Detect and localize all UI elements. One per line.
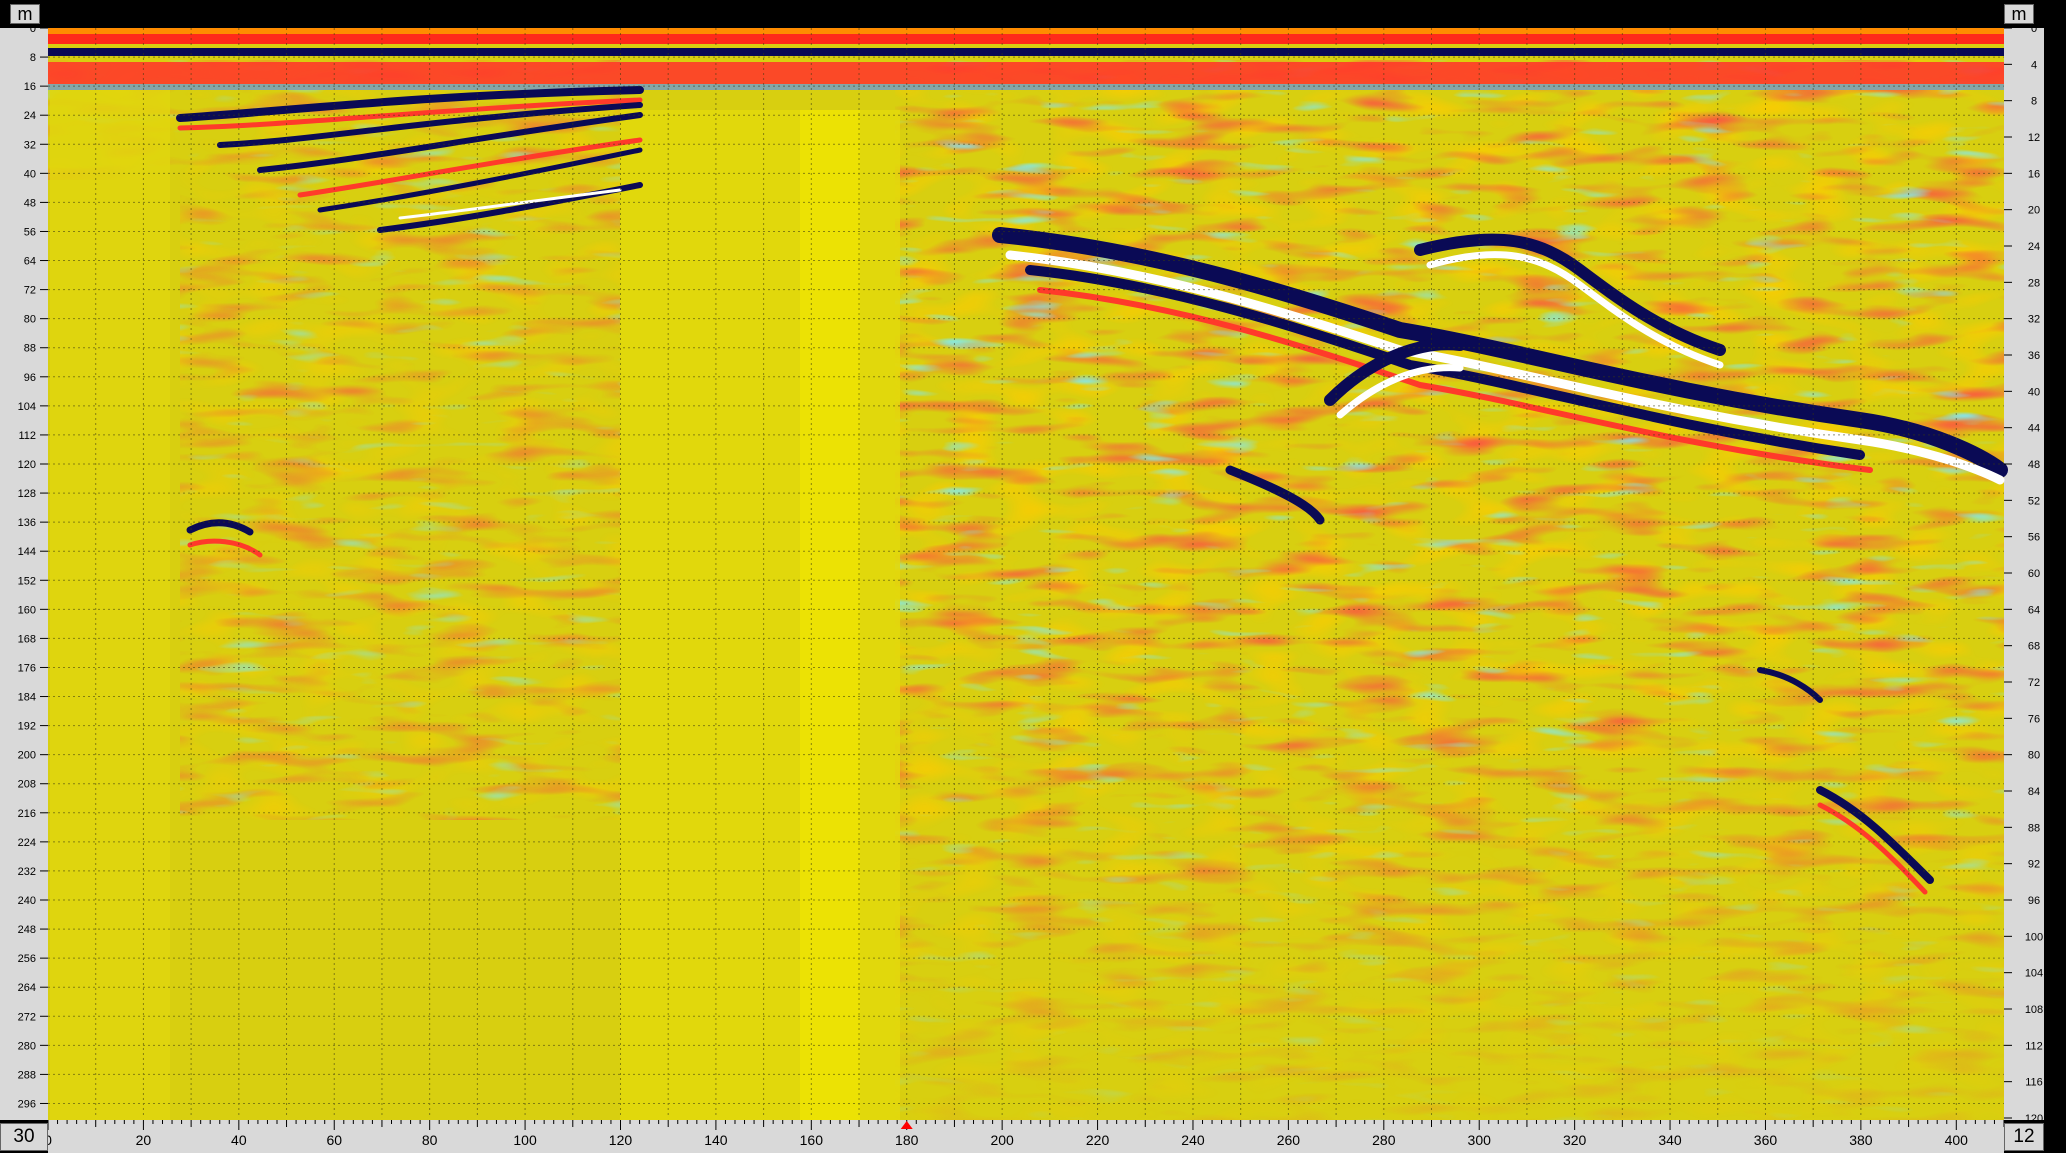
- bottom-tick-label: 80: [422, 1132, 438, 1148]
- right-tick-label: 108: [2025, 1004, 2043, 1016]
- left-tick-label: 208: [18, 779, 36, 791]
- right-tick-label: 100: [2025, 931, 2043, 943]
- bottom-tick-label: 380: [1849, 1132, 1873, 1148]
- right-tick-label: 56: [2028, 532, 2040, 544]
- surface-band-cyan: [48, 84, 2004, 90]
- left-tick-label: 296: [18, 1098, 36, 1110]
- right-tick-label: 64: [2028, 604, 2040, 616]
- right-axis-unit: m: [2004, 4, 2034, 24]
- right-tick-label: 40: [2028, 386, 2040, 398]
- corner-right-label: 12: [2004, 1123, 2044, 1151]
- right-tick-label: 20: [2028, 205, 2040, 217]
- left-tick-label: 56: [24, 226, 36, 238]
- bottom-tick-label: 360: [1754, 1132, 1778, 1148]
- right-tick-label: 52: [2028, 495, 2040, 507]
- bottom-tick-label: 260: [1277, 1132, 1301, 1148]
- bottom-tick-label: 300: [1468, 1132, 1492, 1148]
- surface-band-navy: [48, 48, 2004, 56]
- left-tick-label: 264: [18, 982, 36, 994]
- right-tick-label: 48: [2028, 459, 2040, 471]
- left-tick-label: 88: [24, 343, 36, 355]
- surface-band-red: [48, 34, 2004, 44]
- right-tick-label: 72: [2028, 677, 2040, 689]
- bottom-tick-label: 120: [609, 1132, 633, 1148]
- bottom-tick-label: 100: [513, 1132, 537, 1148]
- right-tick-label: 12: [2028, 132, 2040, 144]
- left-tick-label: 184: [18, 692, 36, 704]
- bottom-tick-label: 220: [1086, 1132, 1110, 1148]
- left-tick-label: 64: [24, 256, 36, 268]
- right-tick-label: 28: [2028, 277, 2040, 289]
- bottom-tick-label: 180: [895, 1132, 919, 1148]
- left-tick-label: 104: [18, 401, 36, 413]
- left-tick-label: 112: [18, 430, 36, 442]
- right-tick-label: 112: [2025, 1040, 2043, 1052]
- left-tick-label: 48: [24, 197, 36, 209]
- left-tick-label: 8: [30, 52, 36, 64]
- bottom-tick-label: 240: [1181, 1132, 1205, 1148]
- right-tick-label: 60: [2028, 568, 2040, 580]
- quiet-zone-left: [50, 90, 170, 1120]
- right-tick-label: 84: [2028, 786, 2040, 798]
- left-tick-label: 232: [18, 866, 36, 878]
- bottom-tick-label: 400: [1945, 1132, 1969, 1148]
- right-tick-label: 76: [2028, 713, 2040, 725]
- left-tick-label: 200: [18, 750, 36, 762]
- left-tick-label: 248: [18, 924, 36, 936]
- left-tick-label: 0: [30, 23, 36, 35]
- surface-band-top: [48, 28, 2004, 34]
- bottom-tick-label: 20: [136, 1132, 152, 1148]
- left-tick-label: 96: [24, 372, 36, 384]
- left-tick-label: 120: [18, 459, 36, 471]
- right-tick-label: 88: [2028, 822, 2040, 834]
- left-tick-label: 192: [18, 721, 36, 733]
- left-tick-label: 144: [18, 546, 36, 558]
- right-tick-label: 24: [2028, 241, 2040, 253]
- right-tick-label: 116: [2025, 1077, 2043, 1089]
- left-tick-label: 176: [18, 662, 36, 674]
- right-tick-label: 44: [2028, 423, 2040, 435]
- left-tick-label: 160: [18, 604, 36, 616]
- corner-left-label: 30: [0, 1123, 48, 1151]
- left-tick-label: 216: [18, 808, 36, 820]
- right-tick-label: 104: [2025, 968, 2043, 980]
- bottom-tick-label: 200: [990, 1132, 1014, 1148]
- radargram-chart: 0816243240485664728088961041121201281361…: [0, 0, 2066, 1153]
- left-tick-label: 168: [18, 633, 36, 645]
- left-tick-label: 32: [24, 139, 36, 151]
- left-tick-label: 24: [24, 110, 36, 122]
- left-tick-label: 256: [18, 953, 36, 965]
- left-tick-label: 136: [18, 517, 36, 529]
- bottom-tick-label: 40: [231, 1132, 247, 1148]
- right-tick-label: 0: [2031, 23, 2037, 35]
- right-tick-label: 96: [2028, 895, 2040, 907]
- bottom-tick-label: 320: [1563, 1132, 1587, 1148]
- bottom-tick-label: 60: [326, 1132, 342, 1148]
- right-tick-label: 92: [2028, 859, 2040, 871]
- right-tick-label: 36: [2028, 350, 2040, 362]
- left-tick-label: 80: [24, 314, 36, 326]
- bottom-tick-label: 280: [1372, 1132, 1396, 1148]
- left-tick-label: 40: [24, 168, 36, 180]
- right-tick-label: 16: [2028, 168, 2040, 180]
- left-tick-label: 288: [18, 1069, 36, 1081]
- bottom-tick-label: 340: [1658, 1132, 1682, 1148]
- left-axis-unit: m: [10, 4, 40, 24]
- left-tick-label: 224: [18, 837, 36, 849]
- bottom-tick-label: 140: [704, 1132, 728, 1148]
- left-tick-label: 272: [18, 1011, 36, 1023]
- right-tick-label: 80: [2028, 750, 2040, 762]
- right-tick-label: 32: [2028, 314, 2040, 326]
- left-tick-label: 280: [18, 1040, 36, 1052]
- bottom-tick-label: 160: [800, 1132, 824, 1148]
- left-tick-label: 72: [24, 285, 36, 297]
- left-tick-label: 128: [18, 488, 36, 500]
- right-tick-label: 8: [2031, 96, 2037, 108]
- left-tick-label: 16: [24, 81, 36, 93]
- quiet-zone-center-bright: [800, 110, 860, 1120]
- right-tick-label: 4: [2031, 59, 2037, 71]
- right-tick-label: 68: [2028, 641, 2040, 653]
- left-tick-label: 152: [18, 575, 36, 587]
- left-tick-label: 240: [18, 895, 36, 907]
